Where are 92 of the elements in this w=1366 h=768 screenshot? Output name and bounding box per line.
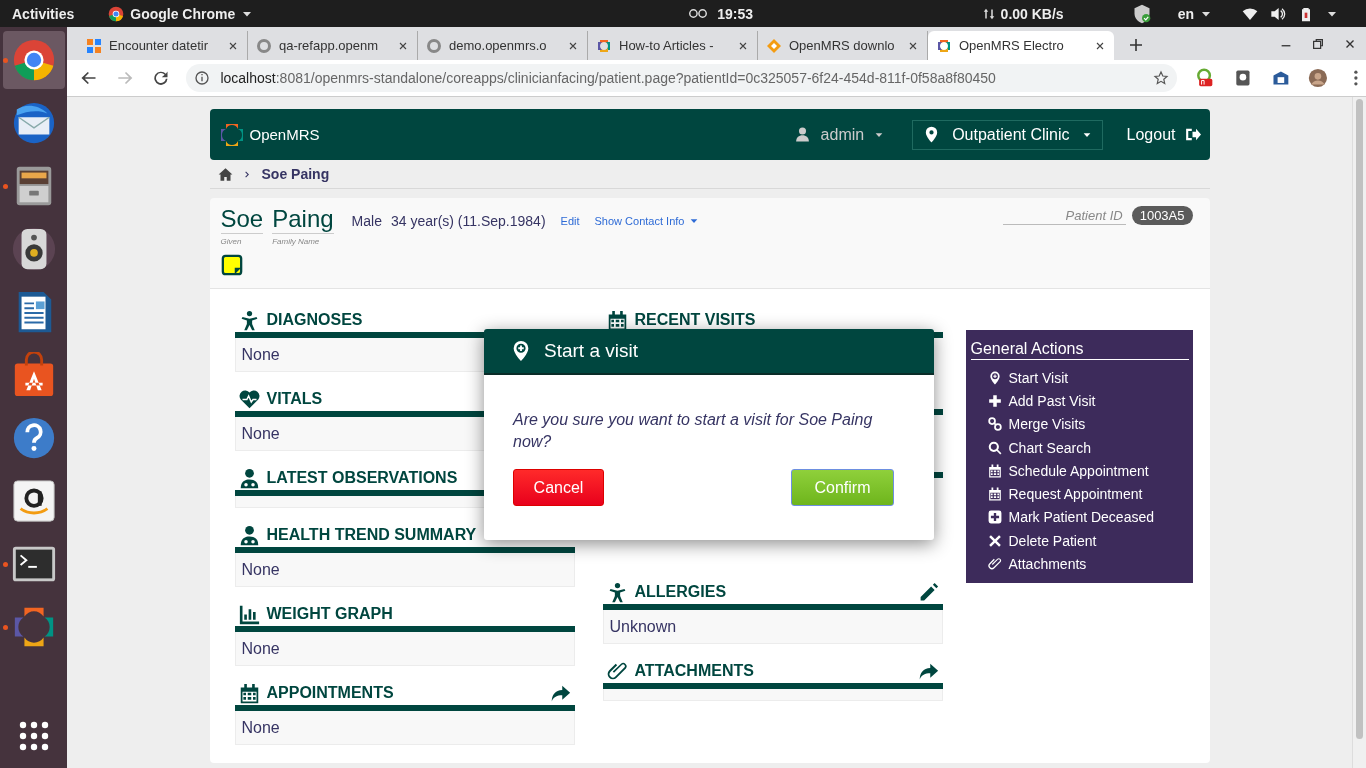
activities-button[interactable]: Activities bbox=[12, 5, 75, 22]
clock[interactable]: 19:53 bbox=[717, 5, 754, 22]
user-menu[interactable]: admin bbox=[793, 125, 885, 144]
logout-icon bbox=[1183, 126, 1201, 143]
dialog-title: Start a visit bbox=[544, 340, 638, 362]
link-icon bbox=[987, 417, 1002, 432]
diamond-icon bbox=[766, 37, 782, 54]
action-link[interactable]: Chart Search bbox=[970, 435, 1189, 460]
cancel-button[interactable]: Cancel bbox=[513, 469, 604, 506]
widget-content: None bbox=[241, 718, 280, 737]
paperclip-icon bbox=[606, 660, 628, 682]
widget-content: None bbox=[241, 560, 280, 579]
widget-content: None bbox=[241, 424, 280, 443]
gender: Male bbox=[351, 213, 382, 229]
family-name: Paing bbox=[272, 206, 334, 234]
patient-id: 1003A5 bbox=[1131, 206, 1193, 225]
widget-title: RECENT VISITS bbox=[634, 311, 756, 329]
calendar-icon bbox=[987, 487, 1002, 502]
address-bar[interactable]: localhost:8081/openmrs-standalone/coreapps/clinicianfacing/patient.page?patientId=0c325057-6f24-454d-811f-0f58a8f80450 bbox=[186, 64, 1177, 92]
shopping-icon[interactable] bbox=[10, 478, 57, 524]
paperclip-icon bbox=[987, 557, 1002, 571]
brand-name: OpenMRS bbox=[249, 126, 320, 143]
action-link[interactable]: Schedule Appointment bbox=[970, 459, 1189, 483]
logout-link[interactable]: Logout bbox=[1126, 125, 1201, 144]
widget-content: Unknown bbox=[609, 617, 677, 636]
action-link[interactable]: Request Appointment bbox=[970, 482, 1189, 506]
sticky-note-icon[interactable] bbox=[220, 254, 243, 276]
panel-title: General Actions bbox=[970, 340, 1189, 360]
network-speed: 0.00 KB/s bbox=[1000, 5, 1064, 22]
new-tab-icon[interactable] bbox=[1128, 37, 1144, 53]
location-menu[interactable]: Outpatient Clinic bbox=[912, 119, 1103, 150]
bar-chart-icon bbox=[238, 603, 260, 625]
plus-icon bbox=[987, 393, 1002, 408]
pin-plus-icon bbox=[987, 370, 1002, 385]
widget-title: LATEST OBSERVATIONS bbox=[266, 469, 458, 487]
browser-icon bbox=[108, 5, 125, 22]
restore-icon[interactable] bbox=[1311, 37, 1325, 51]
close-icon bbox=[987, 533, 1002, 548]
calendar-icon bbox=[987, 463, 1002, 478]
widget-title: ATTACHMENTS bbox=[634, 662, 754, 680]
grid-icon bbox=[86, 37, 102, 54]
ring-icon bbox=[426, 37, 442, 54]
ring-icon bbox=[256, 37, 272, 54]
widget-title: HEALTH TREND SUMMARY bbox=[266, 526, 477, 544]
speaker-icon[interactable] bbox=[10, 226, 57, 272]
app-grid-icon[interactable] bbox=[17, 720, 50, 752]
link-icon bbox=[687, 8, 710, 19]
heart-pulse-icon bbox=[238, 388, 260, 410]
calendar-icon bbox=[238, 682, 260, 704]
action-link[interactable]: Mark Patient Deceased bbox=[970, 505, 1189, 530]
widget-title: APPOINTMENTS bbox=[266, 684, 394, 702]
name-label: Given bbox=[220, 237, 243, 246]
action-link[interactable]: Merge Visits bbox=[970, 412, 1189, 436]
widget-content: None bbox=[241, 639, 280, 658]
action-link[interactable]: Start Visit bbox=[970, 366, 1189, 390]
name-label: Family Name bbox=[272, 237, 321, 246]
age-birthdate: 34 year(s) (11.Sep.1984) bbox=[390, 213, 546, 229]
widget-title: DIAGNOSES bbox=[266, 311, 363, 329]
scrollbar[interactable] bbox=[1352, 97, 1366, 768]
volume-icon bbox=[1270, 5, 1286, 22]
info-icon bbox=[194, 70, 211, 86]
up-down-arrows-icon bbox=[982, 7, 995, 20]
browser-tab[interactable]: OpenMRS Electro bbox=[928, 31, 1114, 60]
breadcrumb-item[interactable]: Soe Paing bbox=[261, 166, 330, 182]
widget-content: None bbox=[241, 345, 280, 364]
wifi-icon bbox=[1242, 5, 1258, 22]
caret-icon bbox=[689, 216, 700, 226]
given-name: Soe bbox=[220, 206, 264, 234]
dialog-message: Are you sure you want to start a visit for Soe Paing now? bbox=[513, 410, 874, 452]
ring-icon bbox=[219, 122, 244, 147]
user-icon bbox=[793, 126, 811, 143]
contact-info-link[interactable]: Show Contact Info bbox=[594, 215, 700, 227]
widget-title: VITALS bbox=[266, 390, 323, 408]
action-link[interactable]: Delete Patient bbox=[970, 529, 1189, 553]
language-menu[interactable]: en bbox=[1177, 5, 1212, 22]
app-menu[interactable]: Google Chrome bbox=[108, 5, 254, 22]
star-icon[interactable] bbox=[1152, 70, 1169, 86]
doctor-icon bbox=[238, 524, 260, 546]
home-icon bbox=[217, 166, 233, 182]
search-icon bbox=[987, 440, 1002, 455]
ring-icon bbox=[936, 37, 952, 54]
avatar-icon[interactable] bbox=[1308, 68, 1329, 88]
doctor-icon bbox=[238, 467, 260, 489]
action-link[interactable]: Add Past Visit bbox=[970, 389, 1189, 413]
widget-title: ALLERGIES bbox=[634, 583, 727, 601]
ring-icon bbox=[596, 37, 612, 54]
widget-title: WEIGHT GRAPH bbox=[266, 605, 393, 623]
edit-link[interactable]: Edit bbox=[560, 215, 580, 227]
plus-square-icon bbox=[987, 510, 1002, 525]
patient-id-label: Patient ID bbox=[1002, 206, 1126, 225]
extension-icon[interactable] bbox=[1194, 68, 1215, 88]
action-link[interactable]: Attachments bbox=[970, 552, 1189, 576]
